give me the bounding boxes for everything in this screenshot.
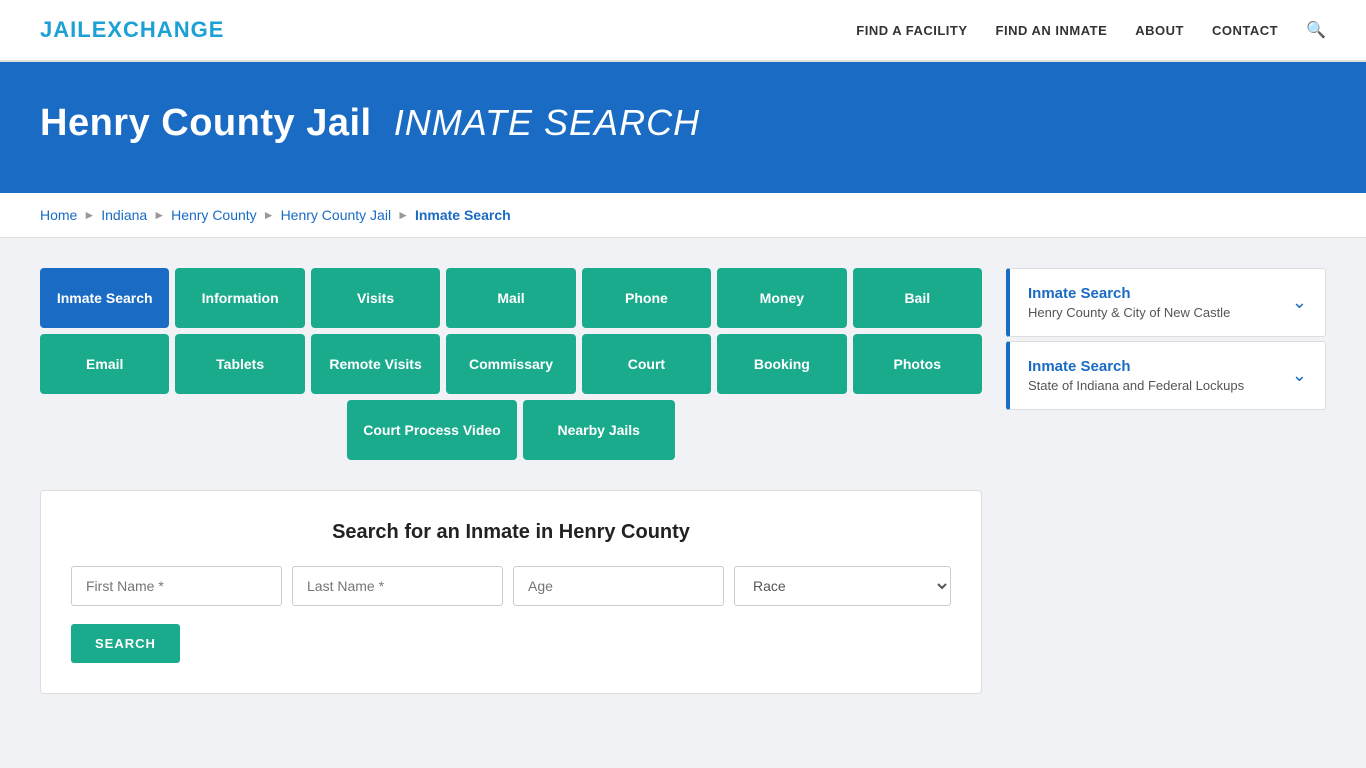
age-input[interactable] [513, 566, 724, 606]
btn-phone[interactable]: Phone [582, 268, 711, 328]
btn-email[interactable]: Email [40, 334, 169, 394]
last-name-input[interactable] [292, 566, 503, 606]
btn-commissary[interactable]: Commissary [446, 334, 575, 394]
sidebar-card-sub-1: Henry County & City of New Castle [1028, 305, 1230, 320]
btn-information[interactable]: Information [175, 268, 304, 328]
btn-tablets[interactable]: Tablets [175, 334, 304, 394]
nav-buttons-row2: Email Tablets Remote Visits Commissary C… [40, 334, 982, 394]
nav-buttons-row1: Inmate Search Information Visits Mail Ph… [40, 268, 982, 328]
search-form-box: Search for an Inmate in Henry County Rac… [40, 490, 982, 694]
breadcrumb-current: Inmate Search [415, 207, 511, 223]
btn-booking[interactable]: Booking [717, 334, 846, 394]
hero-title-main: Henry County Jail [40, 102, 372, 144]
breadcrumb-bar: Home ► Indiana ► Henry County ► Henry Co… [0, 193, 1366, 238]
nav-find-facility[interactable]: FIND A FACILITY [856, 23, 967, 38]
btn-remote-visits[interactable]: Remote Visits [311, 334, 440, 394]
sidebar-card-indiana-federal[interactable]: Inmate Search State of Indiana and Feder… [1006, 341, 1326, 410]
header: JAILEXCHANGE FIND A FACILITY FIND AN INM… [0, 0, 1366, 62]
btn-money[interactable]: Money [717, 268, 846, 328]
logo-highlight: EXCHANGE [92, 17, 225, 42]
search-button[interactable]: SEARCH [71, 624, 180, 663]
breadcrumb-jail[interactable]: Henry County Jail [281, 207, 392, 223]
btn-bail[interactable]: Bail [853, 268, 982, 328]
sidebar-card-text-2: Inmate Search State of Indiana and Feder… [1028, 358, 1244, 393]
btn-photos[interactable]: Photos [853, 334, 982, 394]
search-form-title: Search for an Inmate in Henry County [71, 521, 951, 544]
left-column: Inmate Search Information Visits Mail Ph… [40, 268, 982, 694]
right-column: Inmate Search Henry County & City of New… [1006, 268, 1326, 694]
btn-mail[interactable]: Mail [446, 268, 575, 328]
hero-section: Henry County Jail INMATE SEARCH [0, 62, 1366, 193]
search-fields: Race White Black Hispanic Asian Other [71, 566, 951, 606]
race-select[interactable]: Race White Black Hispanic Asian Other [734, 566, 951, 606]
first-name-input[interactable] [71, 566, 282, 606]
search-icon[interactable]: 🔍 [1306, 20, 1326, 40]
main-content: Inmate Search Information Visits Mail Ph… [0, 238, 1366, 724]
btn-court[interactable]: Court [582, 334, 711, 394]
breadcrumb-sep-3: ► [263, 208, 275, 222]
logo-part1: JAIL [40, 17, 92, 42]
btn-nearby-jails[interactable]: Nearby Jails [523, 400, 675, 460]
btn-visits[interactable]: Visits [311, 268, 440, 328]
nav-find-inmate[interactable]: FIND AN INMATE [996, 23, 1108, 38]
chevron-down-icon-1: ⌄ [1292, 292, 1307, 313]
sidebar-card-title-1: Inmate Search [1028, 285, 1230, 302]
nav-about[interactable]: ABOUT [1135, 23, 1184, 38]
sidebar-card-text-1: Inmate Search Henry County & City of New… [1028, 285, 1230, 320]
breadcrumb-sep-1: ► [83, 208, 95, 222]
hero-title: Henry County Jail INMATE SEARCH [40, 102, 1326, 145]
nav-contact[interactable]: CONTACT [1212, 23, 1278, 38]
breadcrumb-henry-county[interactable]: Henry County [171, 207, 257, 223]
breadcrumb-sep-2: ► [153, 208, 165, 222]
sidebar-card-sub-2: State of Indiana and Federal Lockups [1028, 378, 1244, 393]
breadcrumb-sep-4: ► [397, 208, 409, 222]
breadcrumb-home[interactable]: Home [40, 207, 77, 223]
sidebar-card-title-2: Inmate Search [1028, 358, 1244, 375]
nav-buttons-row3: Court Process Video Nearby Jails [40, 400, 982, 460]
breadcrumb-indiana[interactable]: Indiana [101, 207, 147, 223]
hero-title-italic: INMATE SEARCH [394, 102, 700, 143]
sidebar-card-henry-county[interactable]: Inmate Search Henry County & City of New… [1006, 268, 1326, 337]
breadcrumb: Home ► Indiana ► Henry County ► Henry Co… [40, 207, 1326, 223]
logo[interactable]: JAILEXCHANGE [40, 17, 224, 43]
main-nav: FIND A FACILITY FIND AN INMATE ABOUT CON… [856, 20, 1326, 40]
btn-inmate-search[interactable]: Inmate Search [40, 268, 169, 328]
chevron-down-icon-2: ⌄ [1292, 365, 1307, 386]
btn-court-process-video[interactable]: Court Process Video [347, 400, 516, 460]
